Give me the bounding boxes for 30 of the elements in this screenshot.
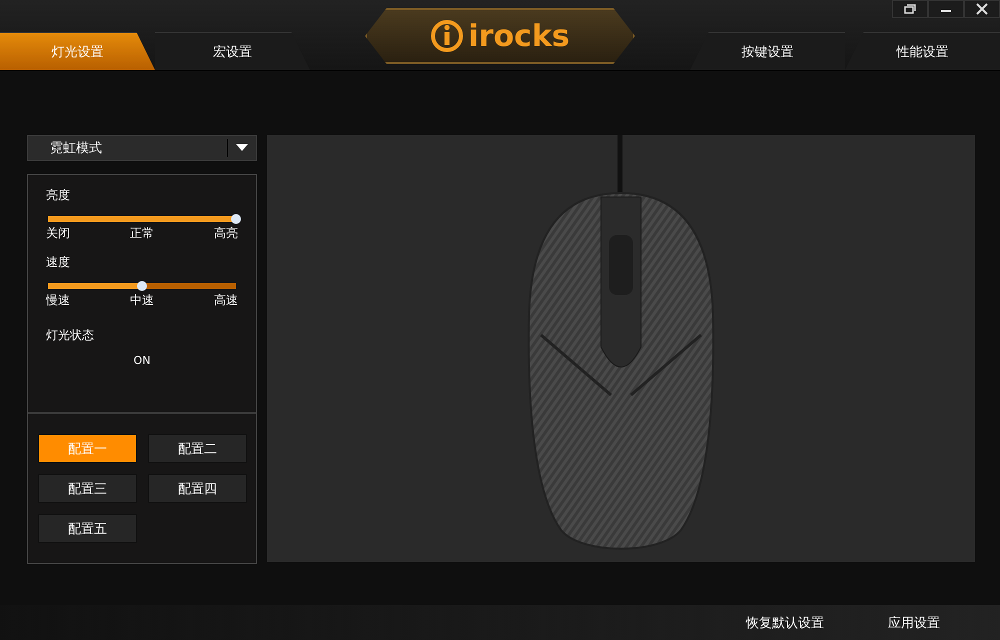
tab[interactable]: 宏设置 (155, 32, 310, 70)
tab[interactable]: 按键设置 (690, 32, 845, 70)
footer-button[interactable]: 恢复默认设置 (734, 614, 836, 632)
light-status-label: 灯光状态 (46, 327, 95, 344)
slider-mark-label: 中速 (130, 292, 154, 309)
power-logo-icon (430, 19, 464, 53)
close-icon (976, 3, 988, 15)
footer-button[interactable]: 应用设置 (876, 614, 952, 632)
restore-button[interactable] (892, 0, 928, 18)
slider-mark-label: 高速 (214, 292, 238, 309)
dropdown-caret-icon (236, 144, 248, 152)
mode-dropdown[interactable]: 霓虹模式 (27, 135, 257, 161)
profile-button[interactable]: 配置三 (38, 474, 137, 503)
slider-mark-label: 正常 (130, 225, 154, 242)
tab[interactable]: 性能设置 (845, 32, 1000, 70)
close-button[interactable] (964, 0, 1000, 18)
profile-button[interactable]: 配置四 (148, 474, 247, 503)
slider-title: 亮度 (46, 187, 71, 204)
slider-mark-label: 慢速 (46, 292, 70, 309)
slider-thumb[interactable] (231, 214, 241, 224)
profile-button[interactable]: 配置五 (38, 514, 137, 543)
slider-title: 速度 (46, 254, 71, 271)
profile-button[interactable]: 配置二 (148, 434, 247, 463)
brand-logo-text: irocks (468, 18, 570, 54)
slider-mark-label: 关闭 (46, 225, 70, 242)
minimize-button[interactable] (928, 0, 964, 18)
slider-thumb[interactable] (137, 281, 147, 291)
slider-mark-label: 高亮 (214, 225, 238, 242)
restore-icon (904, 4, 916, 14)
light-status-value: ON (132, 354, 152, 367)
